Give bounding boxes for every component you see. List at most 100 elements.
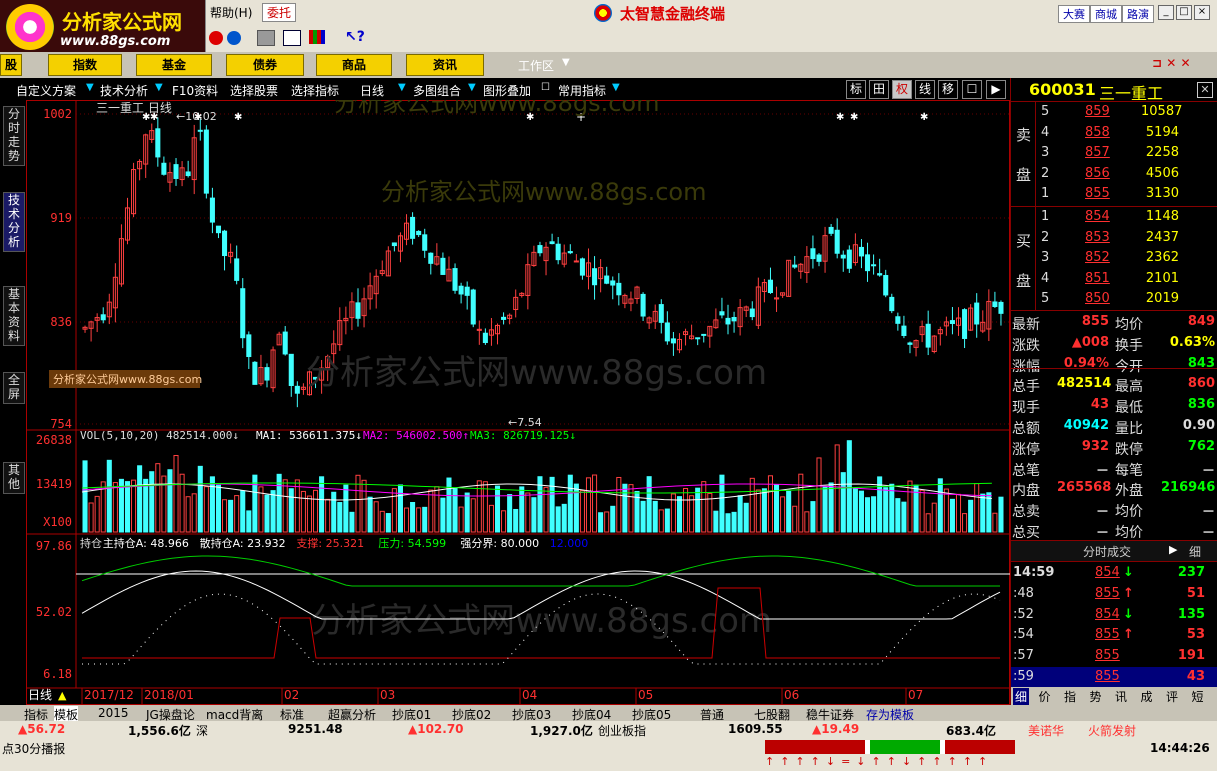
kline-chart[interactable]: 1002919836754三一重工 日线←10.02←7.54✱ ✱ ✱ ✱ ✱ ✱ ✱ ✱+… (26, 100, 1010, 705)
workspace-label[interactable]: 工作区 (518, 57, 554, 74)
tick-price[interactable]: 855 (1095, 586, 1120, 601)
info-icon[interactable] (227, 31, 241, 45)
quote-tab[interactable]: 评 (1166, 688, 1178, 705)
overlay-tab[interactable]: 图形叠加 (483, 82, 531, 99)
volume-bar (397, 484, 403, 533)
ask-price[interactable]: 856 (1085, 166, 1110, 181)
select-indicator-tab[interactable]: 选择指标 (291, 82, 339, 99)
tick-price[interactable]: 855 (1095, 648, 1120, 663)
help-pointer-icon[interactable]: ↖? (345, 29, 365, 45)
star-marker: ✱ (920, 112, 928, 123)
workspace-dropdown-icon[interactable]: ▼ (562, 57, 570, 68)
tick-price[interactable]: 854 (1095, 565, 1120, 580)
candle-body (573, 260, 579, 263)
tick-volume: 51 (1186, 585, 1205, 601)
nav-news[interactable]: 资讯 (406, 54, 484, 76)
dropdown-icon[interactable]: ▼ (155, 82, 163, 93)
tab-intraday[interactable]: 分时走势 (3, 106, 25, 166)
books-icon[interactable] (309, 30, 325, 44)
quote-tab[interactable]: 价 (1039, 688, 1051, 705)
index-status-bar: ▲56.72 1,556.6亿 深 9251.48 ▲102.70 1,927.… (0, 721, 1217, 739)
quote-tab[interactable]: 势 (1090, 688, 1102, 705)
minimize-button[interactable]: _ (1158, 5, 1174, 20)
volume-bar (288, 488, 294, 533)
contest-button[interactable]: 大赛 (1058, 5, 1090, 23)
candle-body (252, 361, 258, 385)
candle-body (501, 316, 507, 320)
maximize-button[interactable]: □ (1176, 5, 1192, 20)
nav-stock[interactable]: 股 (0, 54, 22, 76)
chart-area[interactable]: 1002 919 836 754 三一重工 日线 ←10.02 ←7.54 ✱ ✱ ✱ ✱ ✱ ✱ ✱ ✱ +… (26, 100, 1010, 705)
mall-button[interactable]: 商城 (1090, 5, 1122, 23)
bid-price[interactable]: 854 (1085, 209, 1110, 224)
volume-bar (955, 493, 962, 533)
multi-chart-tab[interactable]: 多图组合 (413, 82, 461, 99)
ask-price[interactable]: 859 (1085, 104, 1110, 119)
mark-button[interactable]: 标 (846, 80, 866, 99)
bid-price[interactable]: 853 (1085, 230, 1110, 245)
bid-price[interactable]: 852 (1085, 250, 1110, 265)
move-button[interactable]: 移 (938, 80, 958, 99)
close-button[interactable]: × (1194, 5, 1210, 20)
bid-price[interactable]: 850 (1085, 291, 1110, 306)
common-indicator-tab[interactable]: 常用指标 (558, 82, 606, 99)
dropdown-icon[interactable]: ▼ (612, 82, 620, 93)
star-marker: ✱ (150, 112, 158, 123)
toggle-icon[interactable]: ☐ (541, 82, 550, 93)
play-button[interactable]: ▶ (986, 80, 1006, 99)
nav-bond[interactable]: 债券 (226, 54, 304, 76)
window-button[interactable]: ☐ (962, 80, 982, 99)
line-button[interactable]: 线 (915, 80, 935, 99)
nav-fund[interactable]: 基金 (136, 54, 212, 76)
ask-price[interactable]: 858 (1085, 125, 1110, 140)
template-tab[interactable]: 2015 (98, 706, 129, 720)
daily-tab[interactable]: 日线 (360, 82, 384, 99)
close-panel-icon[interactable]: ✕ (1197, 82, 1213, 98)
roadshow-button[interactable]: 路演 (1122, 5, 1154, 23)
help-menu[interactable]: 帮助(H) (210, 4, 252, 21)
dropdown-icon[interactable]: ▼ (398, 82, 406, 93)
entrust-button[interactable]: 委托 (262, 3, 297, 22)
volume-bar (901, 501, 907, 533)
ask-price[interactable]: 855 (1085, 186, 1110, 201)
tick-price[interactable]: 855 (1095, 627, 1120, 642)
print-icon[interactable] (257, 30, 275, 46)
grid-button[interactable]: 田 (869, 80, 889, 99)
record-icon[interactable] (209, 31, 223, 45)
tab-fundamentals[interactable]: 基本资料 (3, 286, 25, 346)
news-signal[interactable]: 火箭发射 (1088, 722, 1136, 739)
tab-technical[interactable]: 技术分析 (3, 192, 25, 252)
dropdown-icon[interactable]: ▼ (86, 82, 94, 93)
quote-tab[interactable]: 讯 (1115, 688, 1127, 705)
nav-index[interactable]: 指数 (48, 54, 122, 76)
quote-tab[interactable]: 短 (1192, 688, 1204, 705)
quote-tab[interactable]: 成 (1141, 688, 1153, 705)
nav-commodity[interactable]: 商品 (316, 54, 392, 76)
volume-bar (106, 459, 112, 533)
tab-fullscreen[interactable]: 全屏 (3, 372, 25, 404)
volume-bar (197, 465, 203, 533)
candle-body (549, 241, 555, 245)
candle-body (264, 367, 270, 381)
rights-button[interactable]: 权 (892, 80, 912, 99)
select-stock-tab[interactable]: 选择股票 (230, 82, 278, 99)
quote-tab[interactable]: 细 (1013, 688, 1030, 705)
tech-analysis-tab[interactable]: 技术分析 (100, 82, 148, 99)
f10-tab[interactable]: F10资料 (172, 82, 218, 99)
play-icon[interactable]: ▶ (1169, 543, 1177, 556)
tab-other[interactable]: 其他 (3, 462, 25, 494)
stat-value: 0.63% (1169, 334, 1215, 350)
news-stock[interactable]: 美诺华 (1028, 722, 1064, 739)
ask-price[interactable]: 857 (1085, 145, 1110, 160)
sell-label-2: 盘 (1016, 166, 1032, 184)
window-controls[interactable]: ⊐ ✕ ✕ (1152, 56, 1191, 70)
ticks-detail-tab[interactable]: 细 (1189, 543, 1201, 560)
volume-bar (822, 486, 828, 533)
dropdown-icon[interactable]: ▼ (468, 82, 476, 93)
tick-price[interactable]: 855 (1095, 669, 1120, 684)
custom-scheme-tab[interactable]: 自定义方案 (16, 82, 76, 99)
window-icon[interactable] (283, 30, 301, 46)
quote-tab[interactable]: 指 (1064, 688, 1076, 705)
tick-price[interactable]: 854 (1095, 607, 1120, 622)
bid-price[interactable]: 851 (1085, 271, 1110, 286)
